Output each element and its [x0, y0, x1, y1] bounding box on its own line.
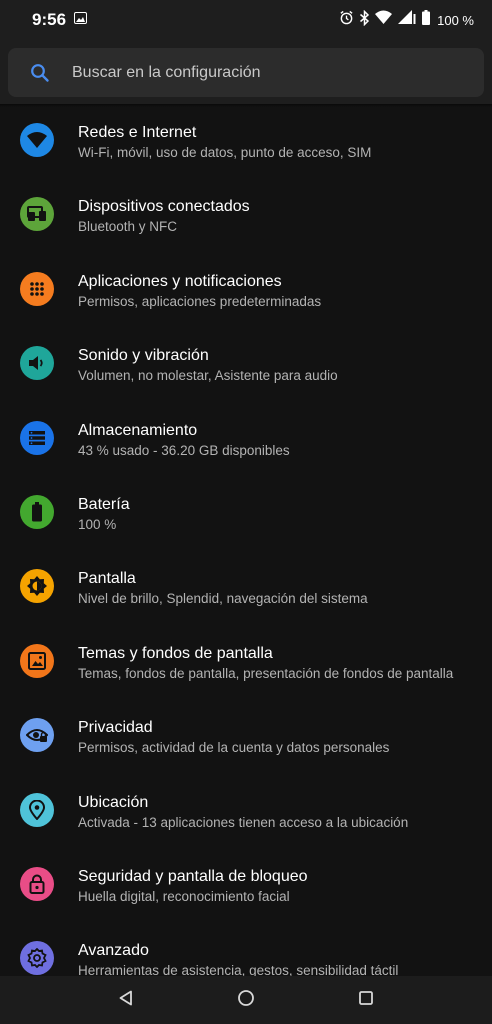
- wifi-icon: [375, 10, 393, 30]
- settings-item-subtitle: 100 %: [78, 516, 117, 532]
- battery-percentage: 100 %: [437, 12, 474, 28]
- settings-item-subtitle: Nivel de brillo, Splendid, navegación de…: [78, 591, 368, 607]
- brightness-icon: [20, 569, 54, 604]
- search-bar[interactable]: Buscar en la configuración: [8, 48, 484, 97]
- wallpaper-icon: [20, 643, 54, 678]
- back-button[interactable]: [66, 976, 186, 1024]
- settings-item-location[interactable]: Ubicación Activada - 13 aplicaciones tie…: [0, 780, 492, 854]
- battery-icon: [422, 10, 431, 30]
- settings-item-security[interactable]: Seguridad y pantalla de bloqueo Huella d…: [0, 854, 492, 928]
- wifi-icon: [20, 123, 54, 157]
- settings-item-subtitle: Wi-Fi, móvil, uso de datos, punto de acc…: [78, 145, 372, 160]
- privacy-eye-icon: [20, 718, 54, 753]
- apps-grid-icon: [20, 271, 54, 306]
- settings-screen: 9:56 100 % Buscar en la configuración Re…: [0, 0, 492, 1024]
- location-pin-icon: [20, 792, 54, 827]
- settings-item-title: Ubicación: [78, 793, 149, 811]
- back-icon: [118, 990, 134, 1011]
- settings-item-subtitle: Permisos, actividad de la cuenta y datos…: [78, 740, 390, 756]
- settings-item-title: Batería: [78, 495, 130, 513]
- storage-icon: [20, 420, 54, 455]
- image-icon: [74, 11, 88, 29]
- search-header: Buscar en la configuración: [0, 40, 492, 104]
- settings-item-title: Temas y fondos de pantalla: [78, 644, 273, 662]
- recents-button[interactable]: [306, 976, 426, 1024]
- settings-item-title: Avanzado: [78, 942, 149, 960]
- settings-item-title: Dispositivos conectados: [78, 198, 250, 216]
- gear-icon: [20, 941, 54, 976]
- settings-item-battery[interactable]: Batería 100 %: [0, 482, 492, 556]
- settings-item-storage[interactable]: Almacenamiento 43 % usado - 36.20 GB dis…: [0, 408, 492, 482]
- home-icon: [237, 989, 255, 1012]
- settings-item-subtitle: Volumen, no molestar, Asistente para aud…: [78, 368, 338, 384]
- home-button[interactable]: [186, 976, 306, 1024]
- header-divider: [0, 104, 492, 107]
- signal-icon: [397, 10, 417, 30]
- volume-icon: [20, 346, 54, 381]
- settings-item-privacy[interactable]: Privacidad Permisos, actividad de la cue…: [0, 705, 492, 779]
- settings-item-title: Redes e Internet: [78, 124, 197, 141]
- search-icon[interactable]: [8, 63, 72, 83]
- settings-item-subtitle: Bluetooth y NFC: [78, 219, 178, 235]
- settings-item-title: Pantalla: [78, 570, 136, 588]
- navigation-bar: [0, 976, 492, 1024]
- settings-item-subtitle: Activada - 13 aplicaciones tienen acceso…: [78, 814, 409, 830]
- settings-item-display[interactable]: Pantalla Nivel de brillo, Splendid, nave…: [0, 556, 492, 630]
- settings-item-advanced[interactable]: Avanzado Herramientas de asistencia, ges…: [0, 928, 492, 976]
- settings-item-network[interactable]: Redes e Internet Wi-Fi, móvil, uso de da…: [0, 110, 492, 184]
- settings-item-title: Privacidad: [78, 719, 153, 737]
- settings-list: Redes e Internet Wi-Fi, móvil, uso de da…: [0, 110, 492, 976]
- settings-item-apps[interactable]: Aplicaciones y notificaciones Permisos, …: [0, 259, 492, 333]
- settings-item-subtitle: 43 % usado - 36.20 GB disponibles: [78, 442, 290, 458]
- search-placeholder: Buscar en la configuración: [72, 63, 261, 81]
- settings-item-title: Almacenamiento: [78, 421, 198, 439]
- status-bar: 9:56 100 %: [0, 0, 492, 40]
- alarm-icon: [339, 10, 354, 30]
- settings-item-subtitle: Huella digital, reconocimiento facial: [78, 888, 290, 904]
- settings-item-title: Sonido y vibración: [78, 347, 209, 365]
- settings-item-connected-devices[interactable]: Dispositivos conectados Bluetooth y NFC: [0, 184, 492, 258]
- settings-item-subtitle: Permisos, aplicaciones predeterminadas: [78, 293, 322, 309]
- lock-icon: [20, 866, 54, 901]
- settings-item-sound[interactable]: Sonido y vibración Volumen, no molestar,…: [0, 333, 492, 407]
- bluetooth-icon: [359, 9, 370, 31]
- battery-icon: [20, 494, 54, 529]
- settings-item-subtitle: Herramientas de asistencia, gestos, sens…: [78, 963, 399, 976]
- recents-icon: [358, 990, 374, 1011]
- status-time: 9:56: [32, 10, 67, 29]
- settings-item-title: Aplicaciones y notificaciones: [78, 272, 282, 290]
- settings-item-themes[interactable]: Temas y fondos de pantalla Temas, fondos…: [0, 631, 492, 705]
- devices-icon: [20, 197, 54, 232]
- settings-item-title: Seguridad y pantalla de bloqueo: [78, 867, 308, 885]
- settings-item-subtitle: Temas, fondos de pantalla, presentación …: [78, 665, 454, 681]
